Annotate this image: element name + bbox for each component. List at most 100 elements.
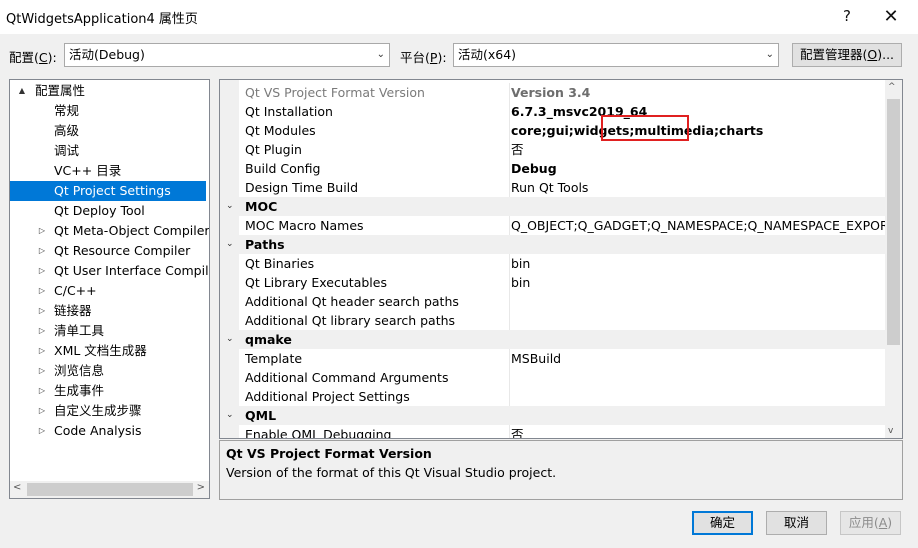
grid-row[interactable]: Template MSBuild [220, 349, 886, 368]
description-text: Version of the format of this Qt Visual … [226, 465, 557, 480]
property-grid[interactable]: Qt VS Project Format Version Version 3.4 Q… [219, 79, 903, 439]
scroll-thumb[interactable] [27, 483, 193, 496]
property-name: Template [245, 351, 303, 366]
tree-item-label: Qt Meta-Object Compiler [54, 223, 210, 238]
platform-select[interactable]: 活动(x64) ⌄ [453, 43, 779, 67]
grid-row[interactable]: Design Time Build Run Qt Tools [220, 178, 886, 197]
grid-category[interactable]: ⌄ QML [220, 406, 886, 425]
tree-item[interactable]: ▷ C/C++ [10, 281, 206, 301]
config-manager-button[interactable]: 配置管理器(O)... [792, 43, 902, 67]
cancel-button[interactable]: 取消 [766, 511, 827, 535]
tree-item[interactable]: VC++ 目录 [10, 161, 206, 181]
grid-category-label: qmake [245, 332, 292, 347]
grid-row[interactable]: Qt Library Executables bin [220, 273, 886, 292]
grid-category[interactable]: ⌄ qmake [220, 330, 886, 349]
grid-row[interactable]: Additional Command Arguments [220, 368, 886, 387]
grid-row[interactable]: Enable QML Debugging 否 [220, 425, 886, 438]
tree-item[interactable]: ▷ 生成事件 [10, 381, 206, 401]
property-value[interactable]: core;gui;widgets;multimedia;charts [509, 121, 886, 140]
property-name: Qt Installation [245, 104, 333, 119]
property-value[interactable]: bin [509, 273, 886, 292]
property-value[interactable]: Q_OBJECT;Q_GADGET;Q_NAMESPACE;Q_NAMESPAC… [509, 216, 886, 235]
tree-item[interactable]: ▷ 清单工具 [10, 321, 206, 341]
expand-icon[interactable]: ▷ [36, 421, 48, 441]
grid-category[interactable]: ⌄ Paths [220, 235, 886, 254]
property-value[interactable] [509, 292, 886, 311]
property-value[interactable]: 6.7.3_msvc2019_64 [509, 102, 886, 121]
scroll-left-icon[interactable]: < [13, 482, 21, 493]
expand-icon[interactable]: ▷ [36, 321, 48, 341]
grid-row[interactable]: Qt Modules core;gui;widgets;multimedia;ch… [220, 121, 886, 140]
expand-icon[interactable]: ▷ [36, 381, 48, 401]
expand-icon[interactable]: ▷ [36, 281, 48, 301]
grid-vertical-scrollbar[interactable]: ^ v [885, 80, 902, 438]
tree-item[interactable]: 调试 [10, 141, 206, 161]
tree-item-label: 配置属性 [35, 83, 86, 98]
grid-row[interactable]: Additional Qt header search paths [220, 292, 886, 311]
grid-category[interactable]: ⌄ MOC [220, 197, 886, 216]
expand-icon[interactable]: ▷ [36, 361, 48, 381]
config-select[interactable]: 活动(Debug) ⌄ [64, 43, 390, 67]
ok-button[interactable]: 确定 [692, 511, 753, 535]
close-button[interactable]: ✕ [868, 0, 914, 32]
property-value[interactable] [509, 368, 886, 387]
property-value[interactable] [509, 387, 886, 406]
grid-category-label: QML [245, 408, 277, 423]
grid-row[interactable]: Qt Installation 6.7.3_msvc2019_64 [220, 102, 886, 121]
tree-item[interactable]: ▷ 浏览信息 [10, 361, 206, 381]
expand-icon[interactable]: ▷ [36, 261, 48, 281]
grid-row[interactable]: Qt VS Project Format Version Version 3.4 [220, 83, 886, 102]
property-tree[interactable]: ▲ 配置属性 常规 高级 调试 VC++ 目录 Qt Project Settings Qt … [9, 79, 210, 499]
chevron-down-icon[interactable]: ⌄ [226, 406, 234, 425]
scroll-thumb[interactable] [887, 99, 900, 345]
tree-item-label: VC++ 目录 [54, 163, 122, 178]
property-name: Qt VS Project Format Version [245, 85, 425, 100]
tree-item[interactable]: ▷ 自定义生成步骤 [10, 401, 206, 421]
help-button[interactable]: ? [824, 0, 870, 32]
tree-item[interactable]: Qt Project Settings [10, 181, 206, 201]
property-value[interactable]: Version 3.4 [509, 83, 886, 102]
tree-item[interactable]: ▷ 链接器 [10, 301, 206, 321]
property-value[interactable]: Run Qt Tools [509, 178, 886, 197]
grid-row[interactable]: Qt Binaries bin [220, 254, 886, 273]
tree-item[interactable]: ▷ Qt Resource Compiler [10, 241, 206, 261]
grid-row[interactable]: MOC Macro Names Q_OBJECT;Q_GADGET;Q_NAMES… [220, 216, 886, 235]
expand-icon[interactable]: ▷ [36, 221, 48, 241]
scroll-down-icon[interactable]: v [888, 426, 893, 436]
property-value[interactable]: 否 [509, 425, 886, 438]
property-name: MOC Macro Names [245, 218, 364, 233]
tree-item[interactable]: 高级 [10, 121, 206, 141]
chevron-down-icon[interactable]: ⌄ [226, 235, 234, 254]
grid-row[interactable]: Additional Project Settings [220, 387, 886, 406]
chevron-down-icon[interactable]: ⌄ [226, 197, 234, 216]
tree-item-label: C/C++ [54, 283, 97, 298]
expand-icon[interactable]: ▷ [36, 401, 48, 421]
apply-button[interactable]: 应用(A) [840, 511, 901, 535]
property-value[interactable]: Debug [509, 159, 886, 178]
scroll-right-icon[interactable]: > [197, 482, 205, 493]
scroll-up-icon[interactable]: ^ [888, 82, 896, 92]
tree-item[interactable]: 常规 [10, 101, 206, 121]
property-value[interactable]: 否 [509, 140, 886, 159]
expand-icon[interactable]: ▷ [36, 341, 48, 361]
tree-item[interactable]: ▷ Qt User Interface Compile [10, 261, 209, 281]
expand-icon[interactable]: ▷ [36, 301, 48, 321]
chevron-down-icon: ⌄ [376, 49, 385, 60]
chevron-down-icon[interactable]: ⌄ [226, 330, 234, 349]
collapse-icon[interactable]: ▲ [16, 81, 28, 101]
grid-row[interactable]: Qt Plugin 否 [220, 140, 886, 159]
property-value[interactable]: bin [509, 254, 886, 273]
tree-item[interactable]: ▷ Qt Meta-Object Compiler [10, 221, 209, 241]
description-panel: Qt VS Project Format Version Version of … [219, 440, 903, 500]
tree-horizontal-scrollbar[interactable]: < > [10, 481, 209, 498]
grid-row[interactable]: Additional Qt library search paths [220, 311, 886, 330]
tree-item[interactable]: Qt Deploy Tool [10, 201, 206, 221]
tree-item-label: 高级 [54, 123, 80, 138]
expand-icon[interactable]: ▷ [36, 241, 48, 261]
tree-item[interactable]: ▷ Code Analysis [10, 421, 206, 441]
property-value[interactable] [509, 311, 886, 330]
tree-item[interactable]: ▲ 配置属性 [10, 81, 206, 101]
tree-item[interactable]: ▷ XML 文档生成器 [10, 341, 206, 361]
property-value[interactable]: MSBuild [509, 349, 886, 368]
grid-row[interactable]: Build Config Debug [220, 159, 886, 178]
